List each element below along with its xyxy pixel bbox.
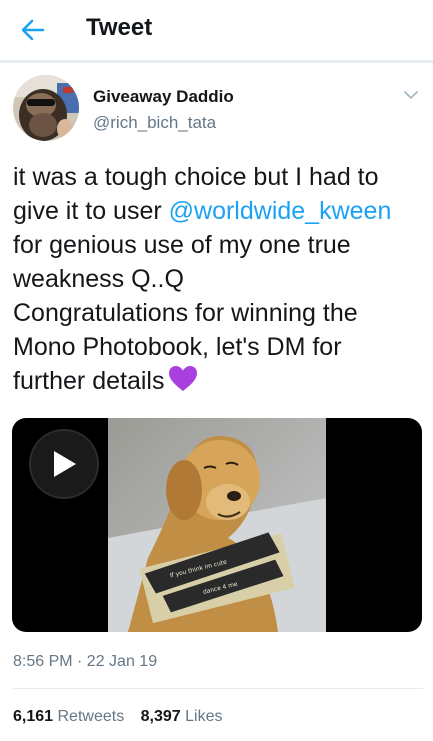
tweet-line: it was a tough choice but I had to <box>13 163 379 191</box>
tweet-stats: 6,161 Retweets 8,397 Likes <box>13 708 235 726</box>
video-thumbnail: If you think im cute dance 4 me <box>108 418 326 632</box>
divider <box>13 688 423 689</box>
tweet-timestamp[interactable]: 8:56 PM · 22 Jan 19 <box>13 653 157 671</box>
play-button[interactable] <box>29 429 99 499</box>
retweets-label: Retweets <box>57 708 125 725</box>
back-button[interactable] <box>18 15 48 45</box>
chevron-down-icon <box>404 91 418 99</box>
tweet-line: Congratulations for winning the <box>13 299 358 327</box>
tweet-line: for genious use of my one true <box>13 231 351 259</box>
likes-label: Likes <box>185 708 223 725</box>
likes-count: 8,397 <box>140 708 181 725</box>
arrow-left-icon <box>21 19 45 41</box>
retweets-count: 6,161 <box>13 708 54 725</box>
tweet-line: Mono Photobook, let's DM for <box>13 333 342 361</box>
video-player[interactable]: If you think im cute dance 4 me <box>12 418 422 632</box>
app-header: Tweet <box>0 0 433 60</box>
tweet-line: weakness Q..Q <box>13 265 184 293</box>
tweet-author: Giveaway Daddio @rich_bich_tata <box>13 75 423 145</box>
likes-stat[interactable]: 8,397 Likes <box>141 708 223 726</box>
purple-heart-icon <box>168 365 198 402</box>
page-title: Tweet <box>86 14 153 41</box>
author-display-name[interactable]: Giveaway Daddio <box>93 87 234 107</box>
tweet-line: give it to user @worldwide_kween <box>13 194 423 228</box>
tweet-text: it was a tough choice but I had to give … <box>13 160 423 402</box>
author-handle[interactable]: @rich_bich_tata <box>93 113 216 133</box>
tweet-line: further details <box>13 364 423 402</box>
header-divider <box>0 60 433 63</box>
avatar[interactable] <box>13 75 79 141</box>
tweet-options-button[interactable] <box>399 85 423 105</box>
play-icon <box>54 451 76 477</box>
tweet-text-segment: give it to user <box>13 197 169 225</box>
tweet-text-segment: further details <box>13 367 165 395</box>
mention-link[interactable]: @worldwide_kween <box>169 197 392 225</box>
retweets-stat[interactable]: 6,161 Retweets <box>13 708 124 726</box>
